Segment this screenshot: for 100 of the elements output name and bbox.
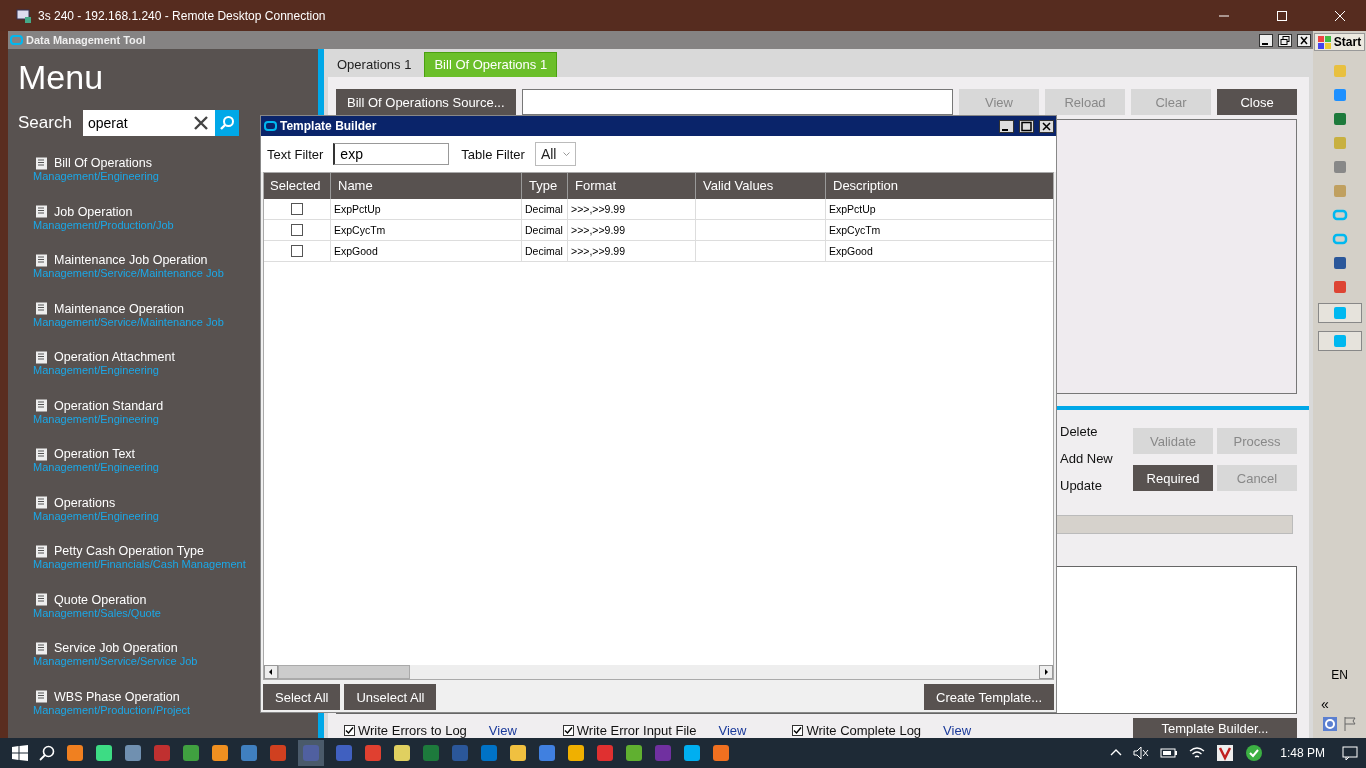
app-icon[interactable] [625,744,643,762]
document-icon [35,156,48,170]
search-field[interactable]: operat [83,110,215,136]
language-indicator[interactable]: EN [1331,668,1348,682]
table-cell: ExpCycTm [331,220,522,240]
notification-icon[interactable] [1342,745,1358,761]
column-header[interactable]: Selected [264,173,331,199]
app-icon[interactable] [66,744,84,762]
filter-label: Text Filter [267,146,324,162]
checkbox[interactable] [291,203,303,215]
checkbox[interactable] [291,245,303,257]
app-icon[interactable] [567,744,585,762]
monitor-icon [16,7,32,24]
check-icon[interactable] [1245,744,1264,762]
column-header[interactable]: Valid Values [696,173,826,199]
horizontal-scrollbar[interactable] [264,665,1053,679]
menu-item[interactable]: Service Job Operation [54,641,178,655]
menu-item[interactable]: Operation Attachment [54,350,175,364]
restore-icon[interactable] [1278,33,1292,47]
app-icon[interactable] [393,744,411,762]
column-header[interactable]: Type [522,173,568,199]
view-link[interactable]: View [718,723,747,738]
clear-icon[interactable] [193,115,209,131]
option-label: Write Error Input File [576,723,697,738]
checkbox[interactable] [562,725,574,736]
table-cell: Decimal [522,241,568,261]
menu-item[interactable]: WBS Phase Operation [54,689,180,704]
menu-item[interactable]: Bill Of Operations [54,156,152,170]
table-cell-text: ExpGood [828,244,874,259]
caret-icon [563,151,571,157]
app-icon[interactable] [683,744,701,762]
document-icon [35,399,48,412]
battery-icon[interactable] [1160,747,1179,759]
windows-icon[interactable] [12,745,28,761]
template-builder-button[interactable]: Template Builder... [1133,718,1297,738]
search-button[interactable] [215,110,239,136]
menu-item-path: Management/Engineering [33,461,159,473]
menu-item[interactable]: Maintenance Job Operation [54,253,208,267]
table-cell: ExpPctUp [331,199,522,219]
menu-title: Menu [18,58,105,98]
menu-item[interactable]: Petty Cash Operation Type [54,544,204,558]
app-icon[interactable] [95,744,113,762]
start-button[interactable]: Start [1313,33,1366,51]
search-icon [219,115,235,131]
app-icon [10,35,23,45]
menu-item[interactable]: Operations [54,495,116,510]
document-icon [35,253,48,267]
menu-item[interactable]: Operation Standard [54,398,164,413]
filter-label: Table Filter [461,146,525,162]
column-header[interactable]: Description [826,173,1053,199]
expand-button[interactable]: « [1321,696,1329,712]
checkbox[interactable] [344,725,355,736]
action-button[interactable]: Required [1133,465,1213,491]
close-icon[interactable] [1297,33,1311,47]
speaker-icon[interactable] [1133,746,1150,760]
toolbar-button[interactable]: Close [1217,89,1297,115]
document-icon [35,205,48,218]
close-icon[interactable] [1039,119,1054,133]
menu-item-path: Management/Engineering [33,364,159,376]
document-icon [35,544,48,558]
view-link[interactable]: View [488,723,517,738]
table-filter-dropdown[interactable]: All [534,142,577,166]
view-link[interactable]: View [943,723,972,738]
minimize-icon[interactable] [1259,33,1273,47]
checkbox[interactable] [792,725,804,736]
dialog-title: Template Builder [280,119,377,133]
dialog-button[interactable]: Select All [263,684,341,710]
app-icon[interactable] [1216,744,1235,762]
menu-item[interactable]: Operation Text [54,447,136,461]
table-cell: >>>,>>9.99 [568,220,696,240]
column-header[interactable]: Name [331,173,522,199]
menu-item[interactable]: Job Operation [54,204,133,219]
document-icon [35,496,48,509]
wifi-icon[interactable] [1189,746,1206,760]
menu-item[interactable]: Quote Operation [54,592,147,607]
tab[interactable]: Operations 1 [328,53,421,77]
dialog-button[interactable]: Unselect All [344,684,437,710]
checkbox[interactable] [291,224,303,236]
app-icon[interactable] [509,744,527,762]
table-cell: Decimal [522,199,568,219]
app-title: Data Management Tool [26,34,146,46]
menu-item[interactable]: Maintenance Operation [54,301,184,316]
document-icon [35,302,48,315]
minimize-icon[interactable] [999,119,1014,133]
menu-item-path: Management/Service/Service Job [33,655,198,667]
text-filter-field[interactable]: exp [333,143,450,165]
column-header[interactable]: Format [568,173,696,199]
search-label: Search [18,113,73,133]
menu-item-path: Management/Engineering [33,509,159,522]
create-template-button[interactable]: Create Template... [924,684,1054,710]
app-icon[interactable] [211,744,229,762]
source-field[interactable] [521,89,953,115]
menu-item-path: Management/Service/Maintenance Job [33,267,224,279]
menu-item-path: Management/Engineering [33,170,159,182]
search-icon[interactable] [39,745,55,761]
maximize-icon[interactable] [1019,119,1034,133]
clock[interactable]: 1:48 PM [1280,746,1325,760]
source-button[interactable]: Bill Of Operations Source... [336,89,516,115]
menu-item-path: Management/Sales/Quote [33,606,161,619]
menu-item-path: Management/Financials/Cash Management [33,558,246,570]
